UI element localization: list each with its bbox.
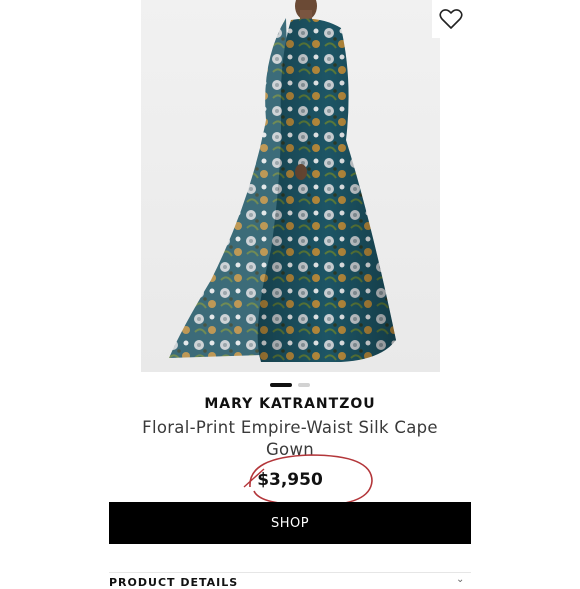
carousel-indicator: [0, 383, 580, 387]
gown-photo: [169, 0, 396, 362]
price-circle-annotation: [243, 454, 373, 506]
wishlist-button[interactable]: [432, 0, 470, 38]
carousel-dot-active[interactable]: [270, 383, 292, 387]
carousel-dot[interactable]: [298, 383, 310, 387]
product-details-toggle[interactable]: PRODUCT DETAILS: [109, 572, 471, 589]
brand-name[interactable]: MARY KATRANTZOU: [0, 396, 580, 412]
product-image[interactable]: [141, 0, 440, 372]
heart-icon: [439, 9, 463, 29]
shop-button[interactable]: SHOP: [109, 502, 471, 544]
